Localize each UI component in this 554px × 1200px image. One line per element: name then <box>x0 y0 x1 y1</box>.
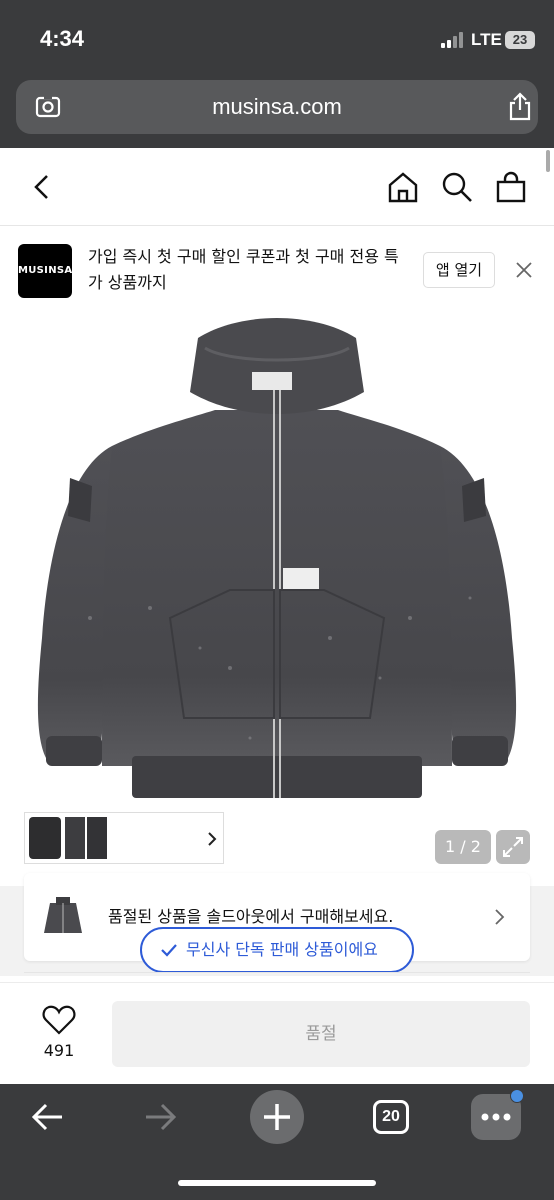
product-image[interactable] <box>0 318 554 866</box>
home-indicator <box>178 1180 376 1186</box>
heart-icon[interactable] <box>42 1005 76 1035</box>
thumbnail-strip[interactable] <box>24 812 224 864</box>
chevron-right-icon[interactable] <box>205 829 219 849</box>
image-page-indicator: 1 / 2 <box>435 830 491 864</box>
browser-toolbar: 20 <box>0 1084 554 1200</box>
network-label: LTE <box>471 30 502 49</box>
musinsa-logo: MUSINSA <box>18 244 72 298</box>
status-time: 4:34 <box>40 26 85 51</box>
expand-button[interactable] <box>496 830 530 864</box>
thumbnail-image[interactable] <box>87 817 107 859</box>
tabs-button[interactable]: 20 <box>373 1100 409 1134</box>
expand-icon <box>503 837 523 857</box>
exclusive-label: 무신사 단독 판매 상품이에요 <box>186 940 378 959</box>
home-icon[interactable] <box>386 170 420 204</box>
forward-arrow-icon[interactable] <box>142 1100 180 1134</box>
open-app-button[interactable]: 앱 열기 <box>423 252 495 288</box>
signal-icon <box>441 32 465 48</box>
banner-message: 가입 즉시 첫 구매 할인 쿠폰과 첫 구매 전용 특가 상품까지 <box>88 247 399 292</box>
app-install-banner: MUSINSA 가입 즉시 첫 구매 할인 쿠폰과 첫 구매 전용 특가 상품까… <box>0 226 554 318</box>
jacket-illustration <box>37 318 517 798</box>
back-icon[interactable] <box>26 170 60 204</box>
new-tab-button[interactable] <box>250 1090 304 1144</box>
soldout-button[interactable]: 품절 <box>112 1001 530 1067</box>
url-text[interactable]: musinsa.com <box>16 80 538 134</box>
soldout-message: 품절된 상품을 솔드아웃에서 구매해보세요. <box>108 907 394 926</box>
notification-dot <box>510 1089 524 1103</box>
status-bar: 4:34 LTE 23 <box>0 0 554 74</box>
purchase-bar: 491 품절 <box>0 982 554 1084</box>
cart-icon[interactable] <box>494 170 528 204</box>
search-icon[interactable] <box>440 170 474 204</box>
site-header <box>0 148 554 226</box>
chevron-right-icon <box>495 909 505 925</box>
web-page: MUSINSA 가입 즉시 첫 구매 할인 쿠폰과 첫 구매 전용 특가 상품까… <box>0 148 554 1084</box>
thumbnail-image[interactable] <box>65 817 85 859</box>
battery-icon: 23 <box>505 31 535 49</box>
soldout-product-thumbnail <box>44 897 82 933</box>
exclusive-badge: 무신사 단독 판매 상품이에요 <box>140 927 414 973</box>
back-arrow-icon[interactable] <box>28 1100 66 1134</box>
share-icon[interactable] <box>506 92 534 122</box>
divider <box>24 972 530 973</box>
close-icon[interactable] <box>514 260 534 280</box>
address-bar[interactable]: musinsa.com <box>16 80 538 134</box>
like-count: 491 <box>43 1041 75 1060</box>
check-icon <box>161 944 177 957</box>
plus-icon <box>264 1104 290 1130</box>
thumbnail-image[interactable] <box>29 817 61 859</box>
